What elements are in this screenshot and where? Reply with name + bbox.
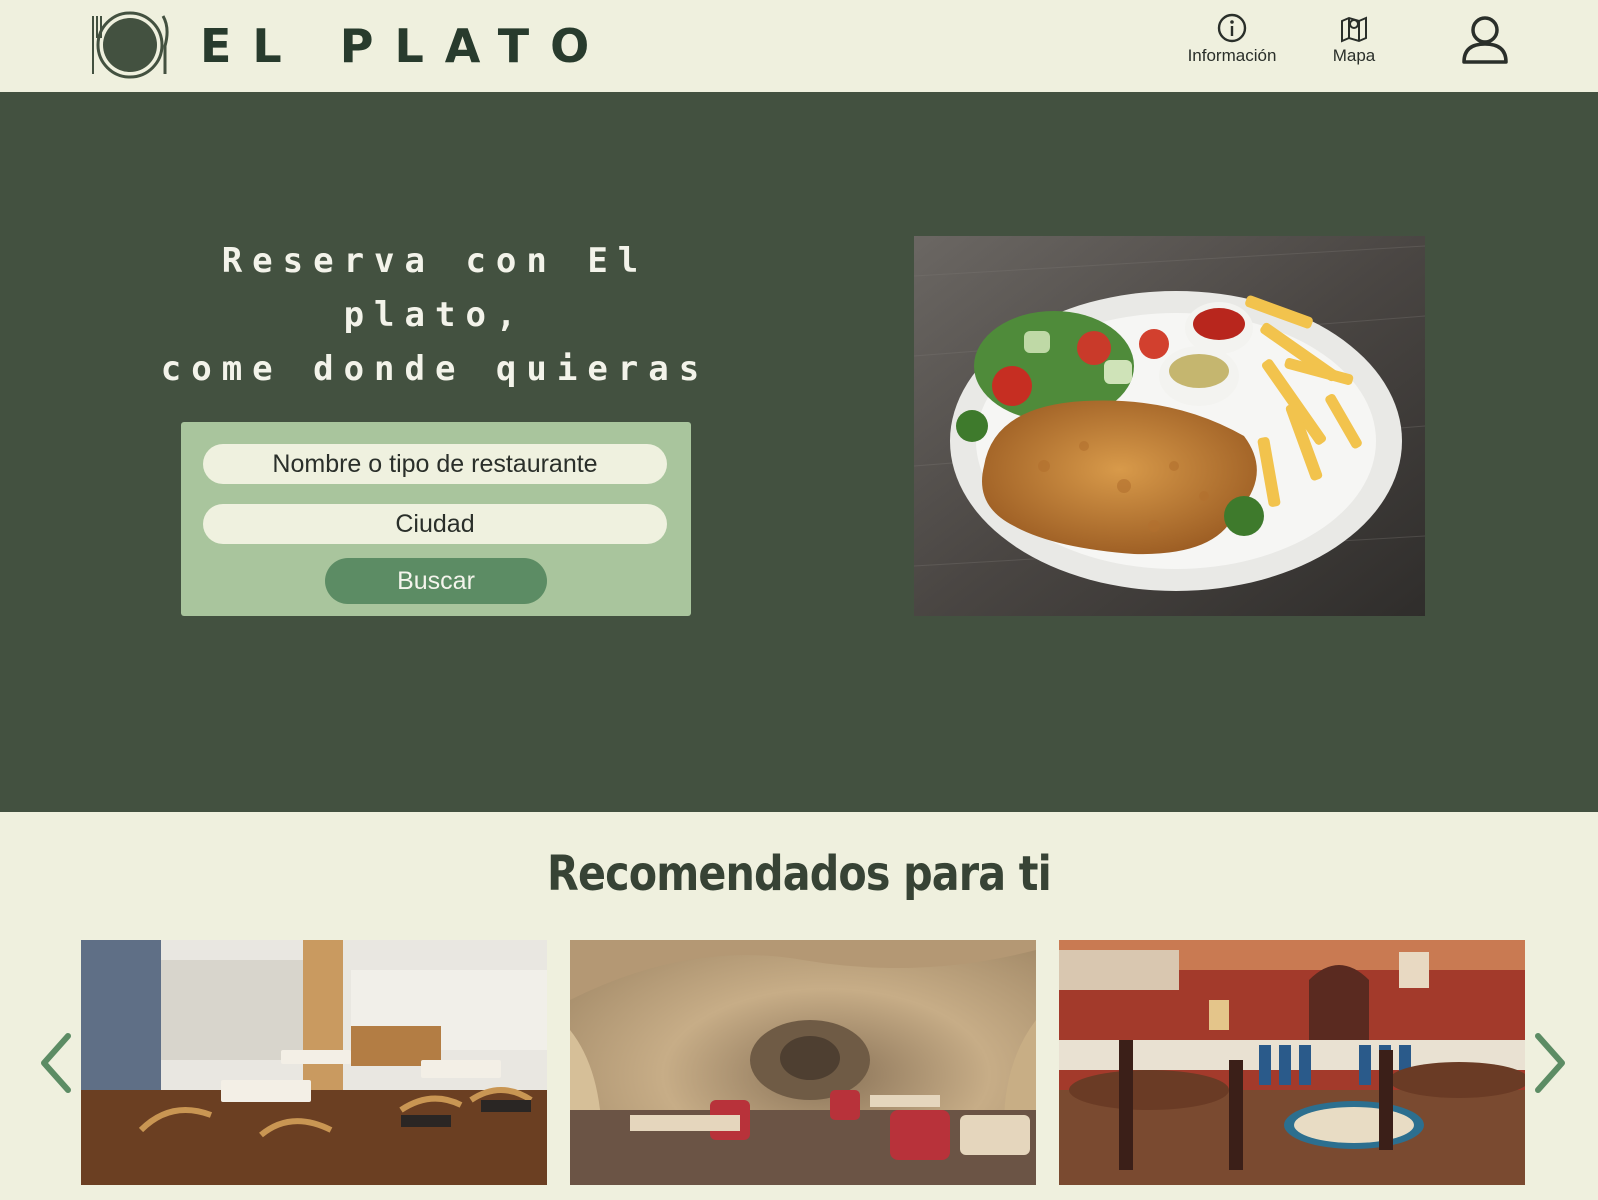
- logo-icon[interactable]: [90, 10, 170, 80]
- restaurant-card[interactable]: [81, 940, 547, 1185]
- map-icon: [1341, 16, 1367, 43]
- user-icon: [1462, 16, 1508, 64]
- search-button[interactable]: Buscar: [325, 558, 547, 604]
- headline-line-1: Reserva con El plato,: [221, 241, 649, 335]
- restaurant-card[interactable]: [570, 940, 1036, 1185]
- nav-map[interactable]: Mapa: [1294, 12, 1414, 66]
- restaurant-photo: [81, 940, 547, 1185]
- recommended-title: Recomendados para ti: [547, 846, 1052, 902]
- search-panel: Nombre o tipo de restaurante Ciudad Busc…: [181, 422, 691, 616]
- account-button[interactable]: [1460, 14, 1510, 66]
- hero-food-image: [913, 236, 1426, 616]
- top-bar: EL PLATO Información Mapa: [0, 0, 1598, 92]
- hero-headline: Reserva con El plato, come donde quieras: [150, 234, 720, 396]
- restaurant-photo: [1059, 940, 1525, 1185]
- nav-info[interactable]: Información: [1172, 12, 1292, 66]
- city-input[interactable]: Ciudad: [203, 504, 667, 544]
- nav-map-label: Mapa: [1332, 46, 1376, 65]
- chevron-right-icon: [1535, 1033, 1565, 1093]
- carousel-next-button[interactable]: [1530, 1030, 1570, 1096]
- chevron-left-icon: [41, 1033, 71, 1093]
- restaurant-photo: [570, 940, 1036, 1185]
- restaurant-card[interactable]: [1059, 940, 1525, 1185]
- restaurant-name-input[interactable]: Nombre o tipo de restaurante: [203, 444, 667, 484]
- nav-info-label: Información: [1187, 46, 1277, 65]
- headline-line-2: come donde quieras: [160, 349, 710, 389]
- carousel-prev-button[interactable]: [36, 1030, 76, 1096]
- info-icon: [1217, 13, 1247, 43]
- hero-section: Reserva con El plato, come donde quieras…: [0, 92, 1598, 812]
- brand-name: EL PLATO: [200, 19, 611, 73]
